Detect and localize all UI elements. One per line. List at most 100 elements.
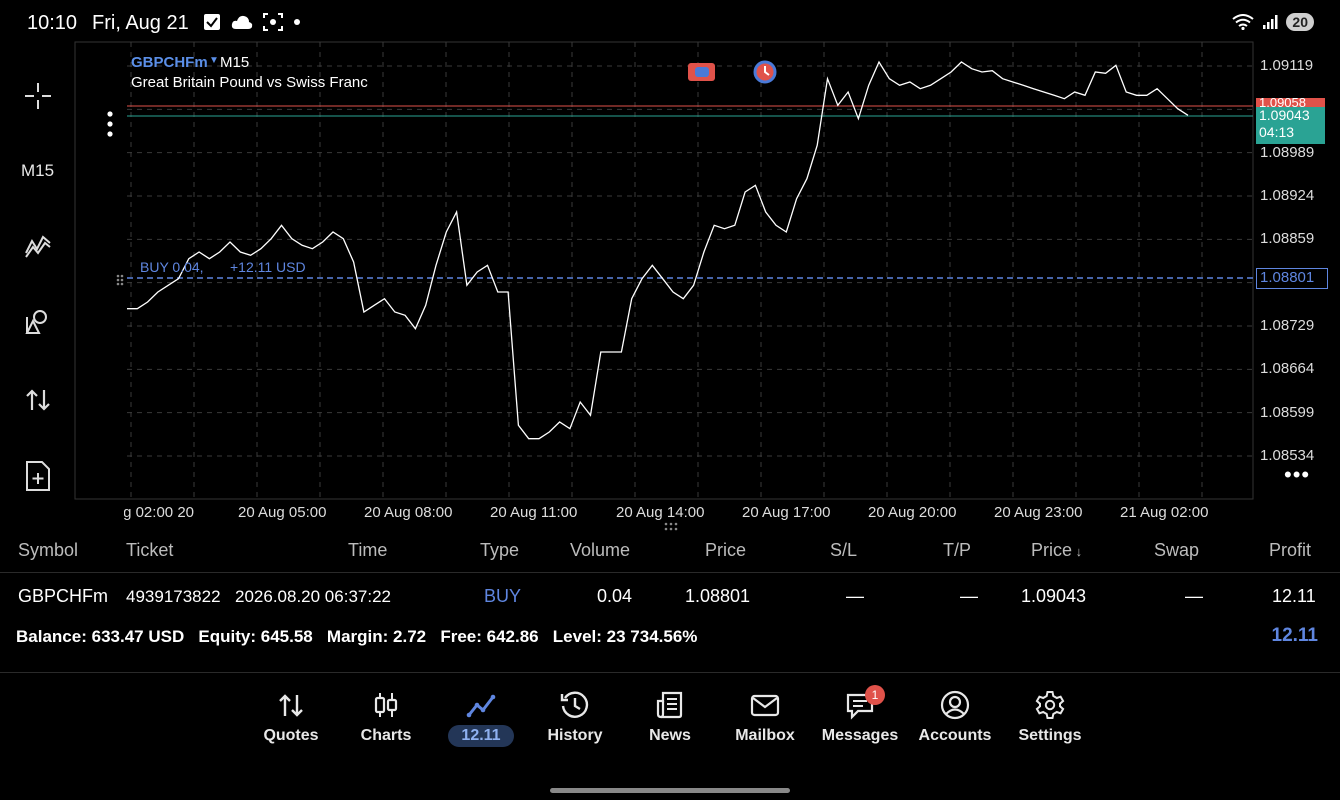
mail-icon: [750, 694, 780, 717]
nav-quotes-label: Quotes: [263, 727, 319, 744]
balance-value: 633.47 USD: [91, 627, 185, 646]
price-tick-label: 1.08599: [1260, 403, 1315, 421]
checkbox-icon: [204, 14, 220, 30]
nav-messages-label: Messages: [821, 727, 899, 744]
level-value: 23 734.56%: [606, 627, 698, 646]
time-tick-label: 20 Aug 20:00: [868, 504, 957, 521]
cell-symbol: GBPCHFm: [18, 586, 108, 606]
header-divider: [0, 572, 1340, 573]
price-chart[interactable]: GBPCHFm ▼ M15 Great Britain Pound vs Swi…: [0, 40, 1340, 525]
price-tick-label: 1.08729: [1260, 317, 1315, 334]
time-tick-label: 20 Aug 14:00: [616, 504, 705, 521]
price-tick-label: 1.09119: [1260, 57, 1314, 74]
nav-mailbox[interactable]: Mailbox: [717, 684, 813, 754]
candlestick-icon: [374, 693, 398, 717]
equity-label: Equity:: [198, 627, 257, 646]
nav-charts-label: Charts: [360, 727, 412, 744]
account-summary: Balance: 633.47 USD Equity: 645.58 Margi…: [16, 627, 697, 647]
cell-type: BUY: [484, 586, 522, 606]
nav-trade[interactable]: 12.11: [433, 684, 529, 754]
chart-timeframe: M15: [220, 54, 250, 71]
header-price[interactable]: Price: [705, 540, 746, 561]
time-tick-label: 20 Aug 11:00: [490, 504, 578, 521]
free-label: Free:: [440, 627, 482, 646]
header-sl[interactable]: S/L: [830, 540, 857, 561]
price-tick-label: 1.08859: [1260, 230, 1315, 248]
bid-price-label: 1.09043 04:13: [1256, 107, 1325, 144]
cell-price: 1.08801: [685, 586, 751, 606]
cell-volume: 0.04: [597, 586, 633, 606]
status-date: Fri, Aug 21: [92, 12, 189, 34]
cell-swap: —: [1185, 586, 1203, 606]
open-price-label: 1.08801: [1256, 268, 1328, 289]
status-time: 10:10: [27, 12, 78, 34]
level-label: Level:: [552, 627, 602, 646]
position-label: BUY 0.04,: [140, 259, 204, 275]
cloud-icon: [231, 15, 253, 29]
header-symbol[interactable]: Symbol: [18, 540, 78, 561]
equity-value: 645.58: [260, 627, 313, 646]
trade-line-icon: [466, 694, 496, 718]
header-time[interactable]: Time: [348, 540, 387, 561]
nav-charts[interactable]: Charts: [338, 684, 434, 754]
symbol-dropdown-icon[interactable]: ▼: [209, 55, 219, 66]
bar-countdown: 04:13: [1259, 124, 1295, 140]
chart-symbol[interactable]: GBPCHFm: [131, 54, 208, 71]
chart-menu-icon[interactable]: [104, 110, 116, 140]
dot-icon: [294, 19, 300, 25]
header-profit[interactable]: Profit: [1269, 540, 1311, 561]
nav-news[interactable]: News: [622, 684, 718, 754]
history-icon: [560, 691, 589, 718]
time-tick-label: 20 Aug 05:00: [238, 504, 327, 521]
header-current-price[interactable]: Price ↓: [1031, 540, 1082, 561]
cell-ticket: 4939173822: [126, 587, 221, 606]
gear-icon: [1035, 691, 1065, 719]
wifi-icon: [1232, 14, 1255, 30]
bid-price: 1.09043: [1259, 107, 1310, 123]
positions-table: Symbol Ticket Time Type Volume Price S/L…: [0, 528, 1340, 673]
nav-accounts[interactable]: Accounts: [907, 684, 1003, 754]
event-flag-icon[interactable]: [688, 63, 715, 81]
sort-down-icon: ↓: [1072, 544, 1083, 559]
chart-instrument-name: Great Britain Pound vs Swiss Franc: [131, 74, 368, 91]
price-tick-label: 1.08924: [1260, 187, 1315, 204]
nav-history[interactable]: History: [527, 684, 623, 754]
total-profit: 12.11: [1271, 625, 1319, 646]
time-tick-label: 20 Aug 17:00: [742, 504, 831, 521]
bottom-navigation: Quotes Charts 12.11 History News Mailbox…: [0, 684, 1340, 764]
nav-settings-label: Settings: [1018, 727, 1082, 744]
header-tp[interactable]: T/P: [943, 540, 971, 561]
notification-icons: [203, 13, 301, 31]
header-volume[interactable]: Volume: [570, 540, 630, 561]
header-swap[interactable]: Swap: [1154, 540, 1199, 561]
cell-profit: 12.11: [1272, 586, 1316, 606]
margin-value: 2.72: [393, 627, 427, 646]
clock-event-icon[interactable]: [752, 60, 778, 84]
cell-tp: —: [960, 586, 978, 606]
chart-canvas[interactable]: [0, 40, 1340, 525]
balance-label: Balance:: [16, 627, 87, 646]
time-tick-label: 20 Aug 23:00: [994, 504, 1083, 521]
system-icons: 20: [1232, 13, 1314, 31]
nav-news-label: News: [649, 727, 691, 744]
account-icon: [940, 690, 970, 720]
time-tick-label: 20 Aug 02:00: [124, 504, 194, 521]
time-tick-label: 20 Aug 08:00: [364, 504, 453, 521]
time-tick-label: 21 Aug 02:00: [1120, 504, 1209, 521]
price-tick-label: 1.08989: [1260, 143, 1315, 161]
cell-sl: —: [846, 586, 864, 606]
header-type[interactable]: Type: [480, 540, 519, 561]
drag-handle-icon[interactable]: [115, 273, 125, 287]
quotes-icon: [279, 694, 303, 717]
more-options-icon[interactable]: •••: [1284, 462, 1310, 488]
nav-quotes[interactable]: Quotes: [243, 684, 339, 754]
free-value: 642.86: [486, 627, 539, 646]
header-ticket[interactable]: Ticket: [126, 540, 173, 561]
home-indicator[interactable]: [550, 788, 790, 793]
news-icon: [656, 691, 683, 719]
battery-level: 20: [1286, 13, 1314, 31]
nav-settings[interactable]: Settings: [1002, 684, 1098, 754]
margin-label: Margin:: [326, 627, 389, 646]
nav-messages[interactable]: 1 Messages: [812, 684, 908, 754]
messages-badge: 1: [865, 685, 885, 705]
